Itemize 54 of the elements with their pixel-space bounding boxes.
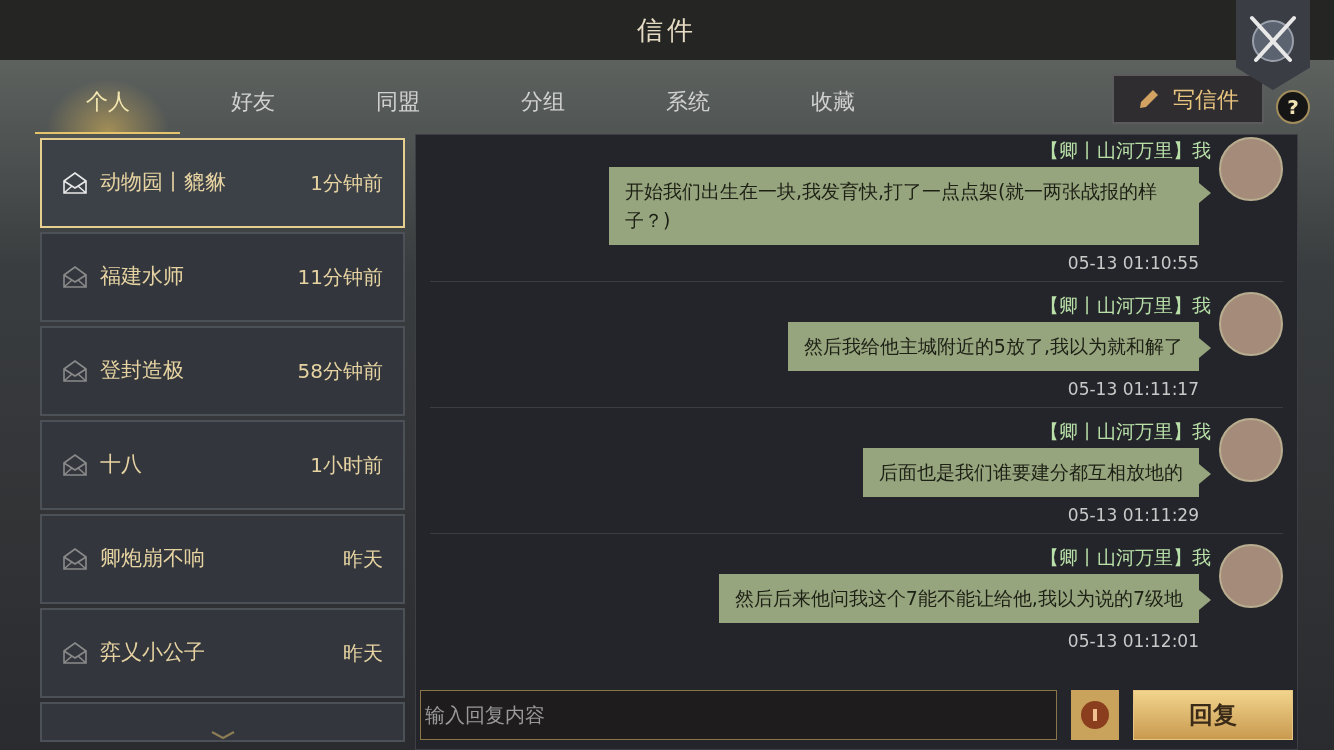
window-title: 信件: [637, 13, 697, 47]
envelope-icon: [62, 453, 88, 477]
message-bubble: 开始我们出生在一块,我发育快,打了一点点架(就一两张战报的样子？): [609, 167, 1199, 245]
message-time: 05-13 01:10:55: [1067, 252, 1199, 275]
mail-item[interactable]: 卿炮崩不响 昨天: [40, 514, 405, 604]
mail-time: 58分钟前: [297, 358, 383, 385]
mail-item[interactable]: 登封造极 58分钟前: [40, 326, 405, 416]
reply-input[interactable]: 输入回复内容: [420, 690, 1057, 740]
reply-button[interactable]: 回复: [1133, 690, 1293, 740]
message-sender: 【卿丨山河万里】我: [1040, 419, 1211, 444]
avatar: [1219, 418, 1283, 482]
mail-sender: 卿炮崩不响: [100, 545, 206, 573]
message-sender: 【卿丨山河万里】我: [1040, 545, 1211, 570]
envelope-icon: [62, 641, 88, 665]
mail-time: 1小时前: [310, 452, 383, 479]
mail-time: 昨天: [343, 546, 383, 573]
message-bubble: 然后后来他问我这个7能不能让给他,我以为说的7级地: [718, 574, 1199, 623]
mail-item[interactable]: 弈乂小公子 昨天: [40, 608, 405, 698]
mail-sender: 十八: [100, 451, 143, 479]
mail-time: 1分钟前: [310, 170, 383, 197]
message-sender: 【卿丨山河万里】我: [1040, 293, 1211, 318]
message-bubble: 后面也是我们谁要建分都互相放地的: [863, 448, 1199, 497]
message-time: 05-13 01:11:29: [1067, 504, 1199, 527]
mail-item[interactable]: 福建水师 11分钟前: [40, 232, 405, 322]
help-button[interactable]: ?: [1276, 90, 1310, 124]
pencil-icon: [1137, 87, 1161, 111]
tab[interactable]: 分组: [470, 70, 615, 134]
envelope-icon: [62, 265, 88, 289]
mail-sender: 福建水师: [100, 263, 185, 291]
mail-sender: 弈乂小公子: [100, 639, 206, 667]
tab[interactable]: 好友: [180, 70, 325, 134]
envelope-icon: [62, 547, 88, 571]
avatar: [1219, 137, 1283, 201]
chevron-down-icon: [209, 730, 236, 740]
message-time: 05-13 01:12:01: [1067, 630, 1199, 653]
emoji-button[interactable]: [1071, 690, 1119, 740]
coin-icon: [1080, 700, 1110, 730]
avatar: [1219, 544, 1283, 608]
mail-item[interactable]: 动物园丨貔貅 1分钟前: [40, 138, 405, 228]
mail-item[interactable]: 十八 1小时前: [40, 420, 405, 510]
mail-sender: 登封造极: [100, 357, 185, 385]
tab[interactable]: 同盟: [325, 70, 470, 134]
tab[interactable]: 收藏: [760, 70, 905, 134]
mail-time: 11分钟前: [297, 264, 383, 291]
message-sender: 【卿丨山河万里】我: [1040, 138, 1211, 163]
envelope-icon: [62, 359, 88, 383]
mail-time: 昨天: [343, 640, 383, 667]
tab[interactable]: 系统: [615, 70, 760, 134]
envelope-icon: [62, 171, 88, 195]
message-time: 05-13 01:11:17: [1067, 378, 1199, 401]
compose-button[interactable]: 写信件: [1112, 74, 1264, 124]
avatar: [1219, 292, 1283, 356]
mail-sender: 动物园丨貔貅: [100, 169, 227, 197]
message-bubble: 然后我给他主城附近的5放了,我以为就和解了: [787, 322, 1199, 371]
